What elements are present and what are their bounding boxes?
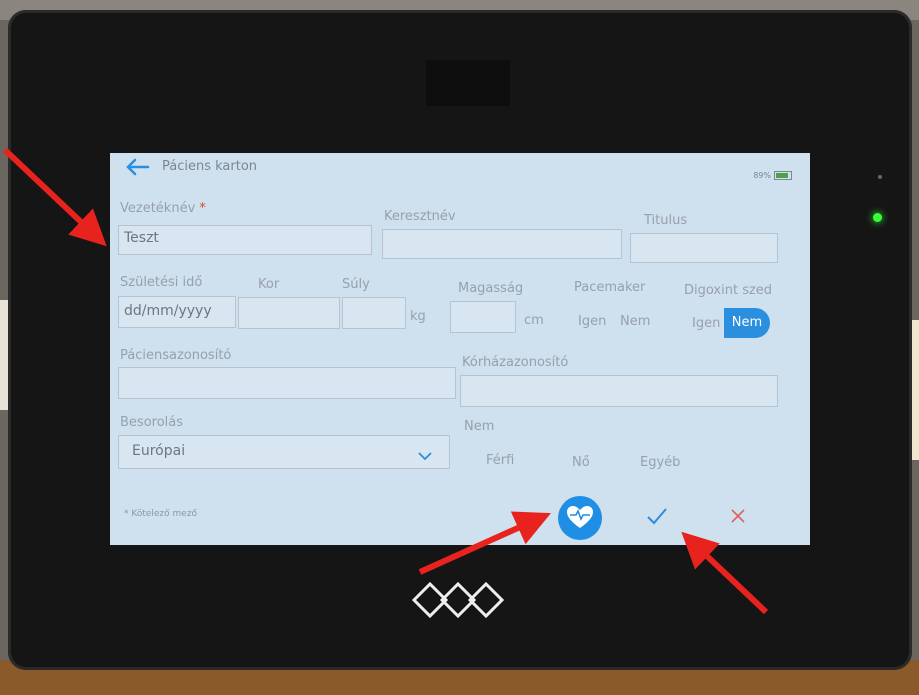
patient-id-label: Páciensazonosító: [120, 348, 232, 363]
sex-other-button[interactable]: Egyéb: [640, 455, 680, 470]
cancel-close-icon[interactable]: [728, 506, 748, 526]
chevron-down-icon[interactable]: [418, 449, 432, 463]
save-check-icon[interactable]: [645, 505, 669, 527]
pacemaker-no-button[interactable]: Nem: [620, 314, 650, 329]
device-screen: Páciens karton 89% Vezetéknév * Teszt Ke…: [110, 153, 810, 545]
title-field[interactable]: [630, 233, 778, 263]
height-field[interactable]: [450, 301, 516, 333]
battery-indicator: 89%: [753, 171, 792, 180]
sex-male-button[interactable]: Férfi: [486, 453, 514, 468]
weight-field[interactable]: [342, 297, 406, 329]
pacemaker-yes-button[interactable]: Igen: [578, 314, 606, 329]
classification-label: Besorolás: [120, 415, 184, 430]
hospital-id-field[interactable]: [460, 375, 778, 407]
classification-value: Európai: [132, 443, 186, 459]
battery-percent: 89%: [753, 171, 771, 180]
birth-date-label: Születési idő: [120, 275, 203, 290]
hospital-id-label: Kórházazonosító: [462, 355, 569, 370]
last-name-label: Vezetéknév *: [120, 201, 206, 216]
digoxin-yes-button[interactable]: Igen: [692, 316, 720, 331]
sensor-dot: [878, 175, 882, 179]
camera-window: [426, 60, 510, 106]
digoxin-no-button[interactable]: Nem: [724, 308, 770, 338]
status-led: [873, 213, 882, 222]
birth-date-placeholder: dd/mm/yyyy: [124, 303, 212, 319]
height-label: Magasság: [458, 281, 524, 296]
patient-id-field[interactable]: [118, 367, 456, 399]
height-unit: cm: [524, 313, 544, 328]
last-name-value: Teszt: [124, 230, 159, 246]
first-name-label: Keresztnév: [384, 209, 456, 224]
ecg-start-button[interactable]: [558, 496, 602, 540]
age-label: Kor: [258, 277, 280, 292]
title-label: Titulus: [644, 213, 688, 228]
required-note: * Kötelező mező: [124, 509, 198, 519]
pacemaker-label: Pacemaker: [574, 280, 646, 295]
weight-unit: kg: [410, 309, 426, 324]
screen-title: Páciens karton: [162, 159, 258, 174]
weight-label: Súly: [342, 277, 370, 292]
age-field[interactable]: [238, 297, 340, 329]
sex-female-button[interactable]: Nő: [572, 455, 590, 470]
brand-logo: [411, 581, 505, 619]
sex-label: Nem: [464, 419, 495, 434]
last-name-label-text: Vezetéknév: [120, 201, 196, 216]
digoxin-label: Digoxint szed: [684, 283, 773, 298]
back-arrow-icon[interactable]: [124, 157, 150, 177]
required-marker: *: [199, 201, 206, 216]
battery-icon: [774, 171, 792, 180]
first-name-field[interactable]: [382, 229, 622, 259]
heart-icon: [567, 506, 593, 528]
